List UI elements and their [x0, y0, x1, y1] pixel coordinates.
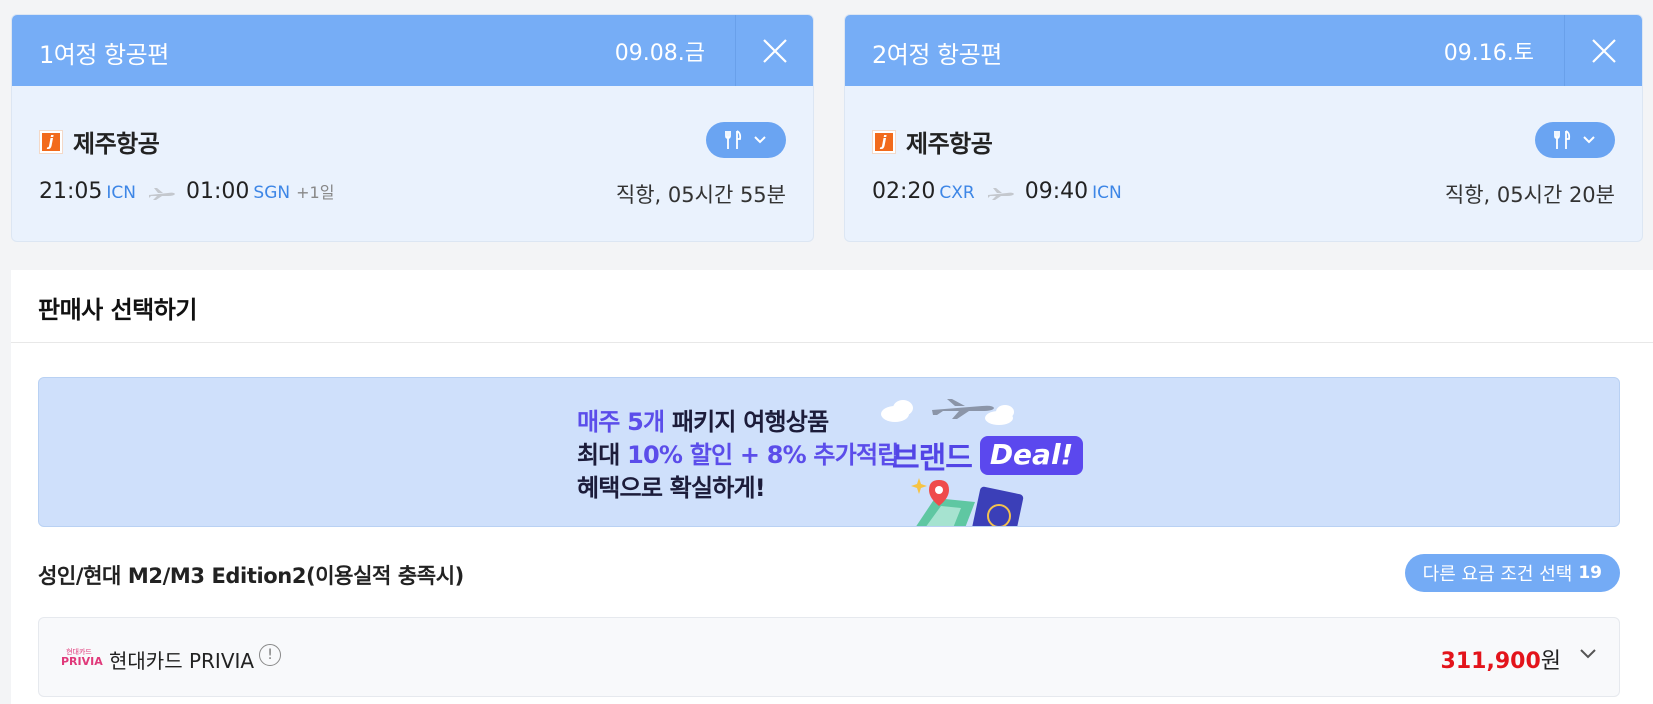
plane-icon	[987, 182, 1015, 207]
airline: j 제주항공	[39, 124, 160, 159]
departure-code: ICN	[106, 183, 137, 203]
flight-leg-card-2: 2여정 항공편 09.16.토 j 제주항공 02:20 CXR 09:40 I…	[844, 14, 1643, 242]
other-fare-label: 다른 요금 조건 선택	[1422, 564, 1573, 585]
leg-date: 09.16.토	[1443, 41, 1534, 66]
chevron-down-icon[interactable]	[1579, 648, 1597, 660]
leg-date: 09.08.금	[614, 41, 705, 66]
other-fare-count: 19	[1578, 563, 1602, 583]
airline-logo: j	[39, 129, 63, 154]
flight-times: 02:20 CXR 09:40 ICN	[872, 179, 1122, 204]
flight-duration: 직항, 05시간 20분	[1444, 183, 1615, 207]
chevron-down-icon	[754, 136, 766, 144]
divider	[11, 342, 1653, 343]
flight-duration: 직항, 05시간 55분	[615, 183, 786, 207]
airline-name: 제주항공	[906, 130, 993, 158]
departure-time: 02:20	[872, 179, 936, 204]
vendor-panel: 판매사 선택하기 매주 5개 패키지 여행상품 최대 10% 할인 + 8% 추…	[11, 270, 1653, 704]
brand-deal-logo: 브랜드 Deal!	[892, 433, 1084, 477]
travel-illustration	[911, 478, 1024, 526]
section-title: 판매사 선택하기	[38, 296, 197, 324]
leg-header: 1여정 항공편 09.08.금	[12, 15, 813, 86]
meal-icon	[1554, 130, 1571, 149]
leg-header: 2여정 항공편 09.16.토	[845, 15, 1642, 86]
info-icon[interactable]: !	[259, 644, 281, 666]
plane-icon	[148, 182, 176, 207]
vendor-logo: 현대카드 PRIVIA	[61, 648, 103, 668]
flight-times: 21:05 ICN 01:00 SGN +1일	[39, 179, 334, 204]
airplane-cloud-illustration	[881, 399, 1014, 425]
meal-info-button[interactable]	[1535, 122, 1615, 158]
departure-time: 21:05	[39, 179, 103, 204]
airline-logo: j	[872, 129, 896, 154]
close-icon	[762, 38, 787, 63]
promo-banner[interactable]: 매주 5개 패키지 여행상품 최대 10% 할인 + 8% 추가적립 혜택으로 …	[38, 377, 1620, 527]
day-offset: +1일	[296, 183, 335, 202]
vendor-row[interactable]: 현대카드 PRIVIA 현대카드 PRIVIA ! 311,900원	[38, 617, 1620, 697]
arrival-time: 09:40	[1024, 179, 1089, 204]
arrival-code: SGN	[253, 183, 291, 203]
meal-icon	[725, 130, 742, 149]
leg-title: 2여정 항공편	[872, 41, 1002, 69]
arrival-code: ICN	[1092, 183, 1122, 203]
arrival-time: 01:00	[186, 179, 250, 204]
airline-name: 제주항공	[73, 130, 160, 158]
fare-condition-label: 성인/현대 M2/M3 Edition2(이용실적 충족시)	[38, 564, 464, 588]
flight-leg-card-1: 1여정 항공편 09.08.금 j 제주항공 21:05 ICN 01:00 S…	[11, 14, 814, 242]
close-icon	[1591, 38, 1616, 63]
airline: j 제주항공	[872, 124, 993, 159]
departure-code: CXR	[939, 183, 975, 203]
other-fare-button[interactable]: 다른 요금 조건 선택 19	[1404, 554, 1620, 592]
vendor-name: 현대카드 PRIVIA	[109, 649, 255, 673]
banner-text: 매주 5개 패키지 여행상품 최대 10% 할인 + 8% 추가적립 혜택으로 …	[577, 408, 899, 502]
meal-info-button[interactable]	[706, 122, 786, 158]
chevron-down-icon	[1583, 136, 1595, 144]
vendor-price: 311,900원	[1440, 649, 1561, 674]
close-leg-button[interactable]	[1564, 15, 1642, 86]
close-leg-button[interactable]	[735, 15, 813, 86]
leg-title: 1여정 항공편	[39, 41, 169, 69]
